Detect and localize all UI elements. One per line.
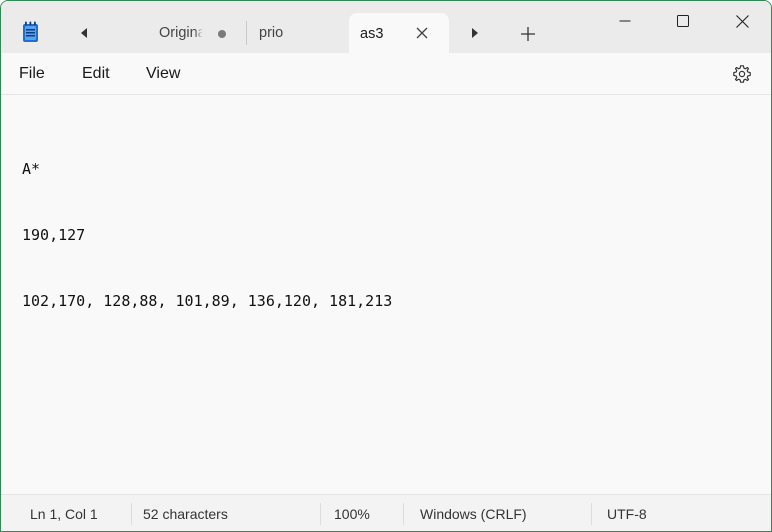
menu-file[interactable]: File bbox=[19, 65, 45, 83]
tab-as3[interactable]: as3 bbox=[349, 13, 449, 54]
close-window-button[interactable] bbox=[713, 1, 771, 41]
notepad-window: Original prio as3 bbox=[0, 0, 772, 532]
encoding[interactable]: UTF-8 bbox=[607, 506, 647, 522]
caret-left-icon bbox=[81, 28, 87, 38]
cursor-position: Ln 1, Col 1 bbox=[30, 506, 98, 522]
status-divider bbox=[320, 503, 321, 525]
tab-label: prio bbox=[259, 25, 284, 41]
maximize-icon bbox=[677, 15, 689, 27]
status-divider bbox=[403, 503, 404, 525]
unsaved-dot-icon bbox=[218, 30, 226, 38]
menu-bar: File Edit View bbox=[1, 53, 771, 95]
scroll-tabs-left-button[interactable] bbox=[74, 23, 94, 43]
editor-line-2: 190,127 bbox=[22, 226, 86, 244]
tab-original[interactable]: Original bbox=[147, 13, 243, 53]
notepad-icon bbox=[23, 21, 38, 42]
minimize-button[interactable] bbox=[596, 1, 654, 41]
character-count: 52 characters bbox=[143, 506, 228, 522]
caret-right-icon bbox=[472, 28, 478, 38]
new-tab-icon[interactable] bbox=[519, 25, 537, 43]
editor-line-3: 102,170, 128,88, 101,89, 136,120, 181,21… bbox=[22, 292, 393, 310]
maximize-button[interactable] bbox=[654, 1, 712, 41]
close-icon bbox=[735, 14, 749, 28]
line-ending[interactable]: Windows (CRLF) bbox=[420, 506, 527, 522]
menu-view[interactable]: View bbox=[146, 65, 180, 83]
editor-line-1: A* bbox=[22, 160, 41, 178]
text-editor[interactable]: A* 190,127 102,170, 128,88, 101,89, 136,… bbox=[1, 95, 771, 493]
tab-label: as3 bbox=[360, 25, 384, 42]
tab-label: Original bbox=[159, 25, 203, 41]
close-tab-icon[interactable] bbox=[415, 26, 429, 40]
status-bar: Ln 1, Col 1 52 characters 100% Windows (… bbox=[1, 494, 771, 531]
tab-prio[interactable]: prio bbox=[247, 13, 347, 53]
zoom-level[interactable]: 100% bbox=[334, 506, 370, 522]
status-divider bbox=[591, 503, 592, 525]
minimize-icon bbox=[619, 20, 631, 22]
title-bar: Original prio as3 bbox=[1, 1, 771, 54]
menu-edit[interactable]: Edit bbox=[82, 65, 110, 83]
scroll-tabs-right-button[interactable] bbox=[465, 23, 485, 43]
status-divider bbox=[131, 503, 132, 525]
editor-content[interactable]: A* 190,127 102,170, 128,88, 101,89, 136,… bbox=[22, 114, 392, 356]
gear-icon[interactable] bbox=[732, 64, 752, 84]
